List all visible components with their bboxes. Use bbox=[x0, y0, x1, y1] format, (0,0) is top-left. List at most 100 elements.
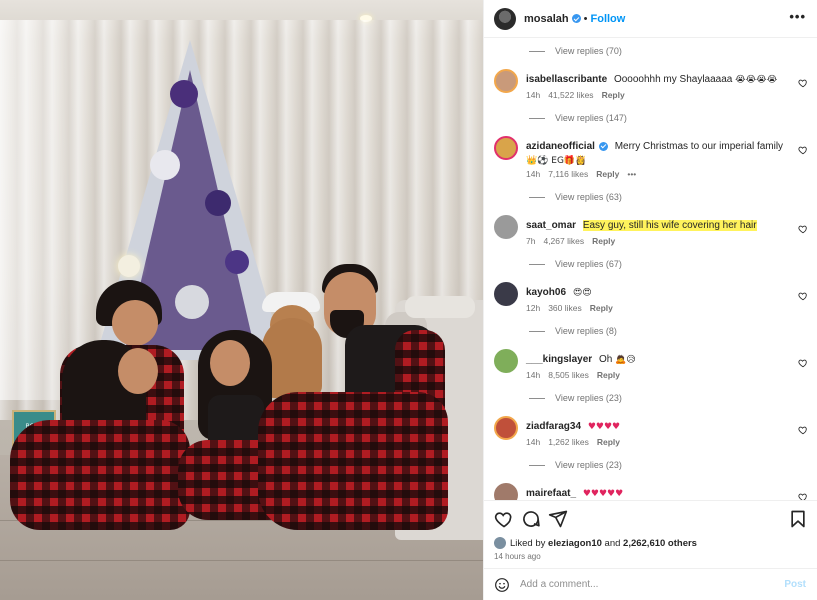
comment-input[interactable] bbox=[520, 579, 760, 590]
comment-meta: 14h 1,262 likes Reply bbox=[526, 437, 620, 447]
reply-button[interactable]: Reply bbox=[602, 90, 625, 100]
comment-emoji: 🙇😥 bbox=[615, 355, 636, 365]
ornament bbox=[150, 150, 180, 180]
ornament bbox=[205, 190, 231, 216]
post-actions: Liked by eleziagon10 and 2,262,610 other… bbox=[484, 500, 817, 568]
commenter-avatar[interactable] bbox=[494, 215, 518, 239]
comment-body: kayoh06 😍😍 bbox=[526, 286, 788, 300]
comment-like-heart-icon[interactable] bbox=[798, 224, 808, 234]
comment-body: azidaneofficial Merry Christmas to our i… bbox=[526, 140, 788, 168]
comment-time: 14h bbox=[526, 437, 541, 447]
reply-button[interactable]: Reply bbox=[592, 236, 615, 246]
more-options-icon[interactable]: ••• bbox=[789, 10, 806, 23]
comment-body: ___kingslayer Oh 🙇😥 bbox=[526, 353, 788, 367]
commenter-username[interactable]: kayoh06 bbox=[526, 287, 566, 298]
reply-line-icon bbox=[529, 397, 545, 399]
comment-likes[interactable]: 41,522 likes bbox=[548, 90, 593, 100]
liker-avatar[interactable] bbox=[494, 537, 506, 549]
comment-like-heart-icon[interactable] bbox=[798, 425, 808, 435]
comment-likes[interactable]: 1,262 likes bbox=[548, 437, 589, 447]
commenter-avatar[interactable] bbox=[494, 282, 518, 306]
view-replies-button[interactable]: View replies (23) bbox=[529, 458, 622, 472]
view-replies-button[interactable]: View replies (70) bbox=[529, 44, 622, 58]
author-avatar[interactable] bbox=[494, 7, 516, 30]
commenter-username[interactable]: azidaneofficial bbox=[526, 141, 595, 152]
verified-icon bbox=[571, 14, 581, 23]
reply-button[interactable]: Reply bbox=[597, 437, 620, 447]
plaid-pajamas bbox=[10, 420, 190, 530]
post-comment-button[interactable]: Post bbox=[784, 579, 806, 590]
share-send-icon[interactable] bbox=[548, 509, 568, 529]
comment-body: isabellascribante Ooooohhh my Shaylaaaaa… bbox=[526, 73, 788, 87]
comment-meta: 7h 4,267 likes Reply bbox=[526, 236, 615, 246]
commenter-avatar[interactable] bbox=[494, 483, 518, 500]
comment-bubble-icon[interactable] bbox=[521, 509, 541, 529]
commenter-username[interactable]: ziadfarag34 bbox=[526, 421, 581, 432]
commenter-username[interactable]: saat_omar bbox=[526, 220, 576, 231]
comment-like-heart-icon[interactable] bbox=[798, 291, 808, 301]
view-replies-label: View replies (8) bbox=[555, 326, 617, 336]
face bbox=[112, 300, 158, 346]
comment-emoji: ♥♥♥♥♥ bbox=[582, 489, 624, 499]
liked-prefix: Liked by bbox=[510, 537, 546, 549]
commenter-username[interactable]: mairefaat_ bbox=[526, 488, 576, 499]
comment-time: 14h bbox=[526, 370, 541, 380]
comment-likes[interactable]: 7,116 likes bbox=[548, 169, 588, 179]
commenter-username[interactable]: isabellascribante bbox=[526, 74, 607, 85]
view-replies-button[interactable]: View replies (23) bbox=[529, 391, 622, 405]
bookmark-save-icon[interactable] bbox=[788, 509, 808, 529]
commenter-username[interactable]: ___kingslayer bbox=[526, 354, 592, 365]
comment-like-heart-icon[interactable] bbox=[798, 145, 808, 155]
liked-and: and bbox=[604, 537, 621, 549]
like-heart-icon[interactable] bbox=[494, 509, 514, 529]
post-time: 14 hours ago bbox=[494, 552, 541, 561]
comment-emoji: ♥♥♥♥ bbox=[587, 422, 621, 432]
commenter-avatar[interactable] bbox=[494, 416, 518, 440]
comment-likes[interactable]: 8,505 likes bbox=[548, 370, 589, 380]
view-replies-button[interactable]: View replies (8) bbox=[529, 324, 617, 338]
reply-line-icon bbox=[529, 464, 545, 466]
comment-likes[interactable]: 4,267 likes bbox=[543, 236, 584, 246]
reply-line-icon bbox=[529, 196, 545, 198]
emoji-smile-icon[interactable] bbox=[494, 577, 510, 593]
view-replies-button[interactable]: View replies (67) bbox=[529, 257, 622, 271]
follow-button[interactable]: Follow bbox=[591, 13, 626, 25]
comment-body: ziadfarag34 ♥♥♥♥ bbox=[526, 420, 788, 434]
comment-time: 12h bbox=[526, 303, 541, 313]
reply-line-icon bbox=[529, 117, 545, 119]
liked-count[interactable]: 2,262,610 others bbox=[623, 538, 697, 549]
commenter-avatar[interactable] bbox=[494, 136, 518, 160]
comment-meta: 14h 7,116 likes Reply ••• bbox=[526, 169, 636, 179]
comment-likes[interactable]: 360 likes bbox=[548, 303, 582, 313]
liked-user[interactable]: eleziagon10 bbox=[548, 538, 602, 549]
author-username[interactable]: mosalah bbox=[524, 13, 569, 25]
commenter-avatar[interactable] bbox=[494, 69, 518, 93]
comment-like-heart-icon[interactable] bbox=[798, 492, 808, 500]
liked-by: Liked by eleziagon10 and 2,262,610 other… bbox=[494, 537, 697, 549]
verified-icon bbox=[598, 141, 608, 151]
view-replies-label: View replies (70) bbox=[555, 46, 622, 56]
comment: azidaneofficial Merry Christmas to our i… bbox=[484, 136, 817, 188]
view-replies-button[interactable]: View replies (147) bbox=[529, 111, 627, 125]
comment-body: saat_omar Easy guy, still his wife cover… bbox=[526, 219, 788, 233]
ornament bbox=[118, 255, 140, 277]
view-replies-label: View replies (23) bbox=[555, 393, 622, 403]
reply-line-icon bbox=[529, 330, 545, 332]
comment-like-heart-icon[interactable] bbox=[798, 78, 808, 88]
comment-like-heart-icon[interactable] bbox=[798, 358, 808, 368]
reply-button[interactable]: Reply bbox=[596, 169, 619, 179]
sofa-cushion bbox=[405, 296, 475, 318]
view-replies-label: View replies (63) bbox=[555, 192, 622, 202]
commenter-avatar[interactable] bbox=[494, 349, 518, 373]
view-replies-button[interactable]: View replies (63) bbox=[529, 190, 622, 204]
reply-button[interactable]: Reply bbox=[597, 370, 620, 380]
reply-line-icon bbox=[529, 50, 545, 52]
comment-emoji: 😭😭😭😭 bbox=[735, 75, 778, 85]
ornament bbox=[170, 80, 198, 108]
reply-button[interactable]: Reply bbox=[590, 303, 613, 313]
view-replies-label: View replies (67) bbox=[555, 259, 622, 269]
comments-list[interactable]: View replies (70) isabellascribante Oooo… bbox=[484, 38, 817, 500]
comment-meta: 12h 360 likes Reply bbox=[526, 303, 613, 313]
post-photo[interactable]: BOYS bbox=[0, 0, 483, 600]
comment-options-icon[interactable]: ••• bbox=[627, 169, 636, 179]
